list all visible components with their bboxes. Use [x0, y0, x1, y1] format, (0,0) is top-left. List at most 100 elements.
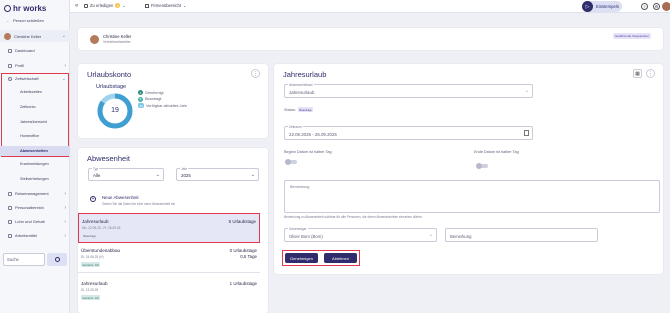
sidebar: hr works ← Person schließen Christine Ke… [0, 0, 70, 313]
type-select[interactable]: Typ Alle ⌄ [88, 167, 164, 181]
user-avatar[interactable] [662, 2, 670, 11]
search-button[interactable] [47, 253, 67, 266]
avatar [4, 32, 11, 40]
sidebar-subitem-homeoffice[interactable]: Homeoffice [0, 134, 70, 138]
approver-select[interactable]: Genehmiger Oliver Born (Born) ⌄ [284, 227, 437, 242]
calendar-icon [524, 130, 529, 136]
year-select[interactable]: Jahr 2025 ⌄ [176, 167, 259, 181]
building-icon [145, 3, 149, 8]
new-absence-title[interactable]: Neue Abwesenheit [102, 195, 139, 200]
sidebar-subitem-krankmeldungen[interactable]: Krankmeldungen [0, 162, 70, 166]
chevron-down-icon: ⌄ [155, 172, 160, 178]
sidebar-item-personalbereich[interactable]: Personalbereich › [0, 204, 70, 211]
tools-icon [8, 233, 12, 238]
collapse-sidebar-icon[interactable]: « [75, 3, 78, 9]
chevron-down-icon: ⌄ [61, 33, 66, 39]
dashboard-icon [8, 48, 12, 53]
chevron-right-icon: › [64, 62, 66, 69]
status-badge: Beantragt [297, 107, 313, 112]
person-icon [8, 63, 12, 68]
highlight-zeitwirtschaft [1, 73, 69, 157]
back-arrow-icon: ← [6, 18, 10, 23]
legend-count: 1 [138, 90, 143, 95]
sidebar-item-arbeitsmittel[interactable]: Arbeitsmittel › [0, 232, 70, 239]
search-input[interactable]: Suche [3, 253, 45, 266]
logo-icon [4, 5, 11, 12]
approve-button[interactable]: Genehmigen [285, 253, 318, 263]
card-title: Abwesenheit [87, 154, 130, 163]
sidebar-item-profil[interactable]: Profil › [0, 62, 70, 69]
chevron-right-icon: › [64, 204, 66, 211]
remark-textarea[interactable]: Bemerkung [284, 180, 660, 213]
todo-count-badge: 1 [115, 3, 121, 8]
reject-button[interactable]: Ablehnen [324, 253, 357, 263]
period-field[interactable]: Zeitraum 22.09.2025 - 26.09.2025 [284, 125, 533, 140]
annual-leave-detail-card: Jahresurlaub ▦ ⋮ Abwesenheitsart Jahresu… [274, 64, 663, 274]
new-absence-subtitle: Geben Sie die Daten für eine neue Abwese… [102, 202, 176, 206]
sidebar-item-lohn-und-gehalt[interactable]: Lohn und Gehalt › [0, 219, 70, 225]
settings-gear-icon[interactable]: ⚙ [653, 3, 660, 10]
money-icon [8, 219, 12, 224]
absence-type-select[interactable]: Abwesenheitsart Jahresurlaub ⌄ [284, 83, 533, 98]
absence-card: Abwesenheit Typ Alle ⌄ Jahr 2025 ⌄ + Neu… [78, 148, 268, 313]
chevron-down-icon: ⌄ [61, 75, 66, 82]
person-name: Christine Keller [103, 34, 132, 39]
avatar [90, 35, 99, 44]
status-badge: Geöffnet als Vorgesetzter [613, 33, 651, 39]
chevron-down-icon: ⌄ [428, 232, 433, 238]
chevron-right-icon: › [64, 190, 66, 197]
add-absence-icon[interactable]: + [90, 196, 96, 202]
clock-icon [8, 76, 12, 81]
sidebar-subitem-abwesenheiten[interactable]: Abwesenheiten [0, 146, 70, 156]
sidebar-subitem-zeitkonto[interactable]: Zeitkonto [0, 105, 70, 109]
help-icon[interactable]: ? [641, 3, 648, 10]
end-half-day-toggle[interactable] [476, 163, 488, 169]
calendar-icon[interactable]: ▦ [633, 69, 642, 78]
sidebar-subitem-stellvertretungen[interactable]: Stellvertretungen [0, 177, 70, 181]
suitcase-icon [8, 191, 12, 196]
status-row: Status: Beantragt [284, 107, 313, 112]
legend-count: 5 [138, 96, 143, 102]
chevron-right-icon: › [64, 232, 66, 239]
sidebar-subitem-arbeitszeiten[interactable]: Arbeitszeiten [0, 90, 70, 94]
donut-label: Urlaubstage [96, 84, 127, 90]
more-options-icon[interactable]: ⋮ [646, 69, 655, 78]
company-overview-menu[interactable]: Firmenübersicht ⌄ [145, 3, 187, 8]
sidebar-item-dashboard[interactable]: Dashboard [0, 48, 70, 53]
legend-item: 5 Beantragt [138, 96, 162, 102]
begin-half-day-toggle[interactable] [285, 159, 297, 165]
legend: 1 Genehmigt 5 Beantragt 19 Verfügbar akt… [138, 90, 187, 108]
legend-item: 19 Verfügbar aktuelles Jahr [138, 103, 187, 108]
checklist-icon [84, 3, 88, 8]
sidebar-item-reisemanagement[interactable]: Reisemanagement › [0, 190, 70, 197]
approver-remark-field[interactable]: Bemerkung [445, 228, 598, 242]
card-title: Jahresurlaub [283, 70, 327, 79]
chevron-down-icon: ⌄ [524, 88, 529, 94]
absence-entry[interactable]: Jahresurlaub Di. 13.05.25 Genehm. GK 1 U… [78, 274, 260, 304]
search-icon [54, 257, 60, 262]
legend-item: 1 Genehmigt [138, 90, 164, 95]
person-header: Christine Keller Vertriebsmitarbeiter Ge… [78, 28, 663, 50]
chevron-down-icon: ⌄ [122, 3, 126, 8]
remark-hint: Bemerkung zu Abwesenheit sichtbar für al… [284, 215, 423, 219]
donut-value: 19 [111, 107, 119, 114]
sidebar-subitem-jahresuebersicht[interactable]: Jahresübersicht [0, 120, 70, 124]
begin-half-day-label: Beginn Datum ist halber Tag [284, 150, 332, 154]
person-close-link[interactable]: ← Person schließen [0, 18, 70, 23]
absence-entry[interactable]: Überstundenabbau Di. 24.06.25 (H) Genehm… [78, 243, 260, 273]
people-icon [8, 205, 12, 210]
absence-entry-selected[interactable]: Jahresurlaub Mo. 22.09.25 - Fr. 26.09.25… [78, 213, 260, 243]
todo-menu[interactable]: Zu erledigen 1 ⌄ [84, 3, 126, 8]
more-options-icon[interactable]: ⋮ [251, 69, 260, 78]
end-half-day-label: Ende Datum ist halber Tag [474, 150, 519, 154]
clock-in-button[interactable]: ▷ Einstempeln [582, 1, 622, 12]
logo: hr works [4, 4, 46, 13]
chevron-down-icon: ⌄ [183, 3, 187, 8]
sidebar-item-zeitwirtschaft[interactable]: Zeitwirtschaft ⌄ [0, 75, 70, 82]
vacation-account-card: Urlaubskonto ⋮ Urlaubstage 19 1 Genehmig… [78, 64, 268, 138]
legend-count: 19 [138, 103, 144, 108]
sidebar-user[interactable]: Christine Keller ⌄ [0, 30, 70, 42]
card-title: Urlaubskonto [87, 70, 132, 79]
person-role: Vertriebsmitarbeiter [103, 40, 131, 44]
topbar: « Zu erledigen 1 ⌄ Firmenübersicht ⌄ ▷ E… [70, 0, 670, 13]
